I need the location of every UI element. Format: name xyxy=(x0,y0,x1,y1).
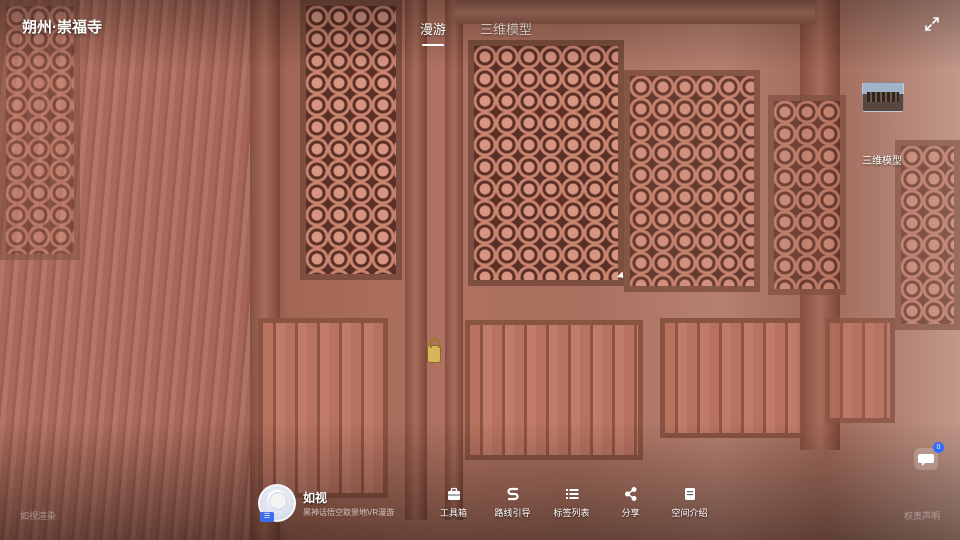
share-label: 分享 xyxy=(621,508,640,518)
tag-list-label: 标签列表 xyxy=(553,508,590,518)
lattice-window-right xyxy=(768,95,846,295)
anchor-name: 如视 xyxy=(303,491,328,505)
3d-model-thumbnail[interactable] xyxy=(862,82,904,112)
space-intro-label: 空间介绍 xyxy=(671,508,708,518)
document-icon xyxy=(684,488,695,500)
view-mode-tabs: 漫游 三维模型 xyxy=(420,19,532,46)
list-icon xyxy=(565,489,578,499)
anchor-description: 黑神话悟空取景地VR漫游 xyxy=(303,508,395,517)
tab-3d-model[interactable]: 三维模型 xyxy=(480,19,532,38)
panorama-view[interactable] xyxy=(0,0,960,540)
avatar[interactable]: ☰ xyxy=(258,484,296,522)
toolbox-button[interactable]: 工具箱 xyxy=(424,486,483,519)
render-credit: 如视渲染 xyxy=(20,511,57,521)
padlock xyxy=(427,338,441,363)
lattice-window-center-left xyxy=(468,40,624,286)
share-icon xyxy=(624,487,636,501)
toolbar: 工具箱 路线引导 标签列表 分享 空间介绍 xyxy=(424,486,719,519)
expand-icon[interactable] xyxy=(924,16,940,32)
lattice-window-far-right xyxy=(895,140,960,330)
door-panel-right xyxy=(825,318,895,423)
route-guide-label: 路线引导 xyxy=(494,508,531,518)
chat-button[interactable]: 0 xyxy=(914,442,944,470)
toolbox-label: 工具箱 xyxy=(439,508,467,518)
disclaimer-link[interactable]: 权责声明 xyxy=(904,509,940,522)
lattice-window-center-right xyxy=(624,70,760,292)
space-intro-button[interactable]: 空间介绍 xyxy=(660,486,719,519)
tag-list-button[interactable]: 标签列表 xyxy=(542,486,601,519)
route-guide-button[interactable]: 路线引导 xyxy=(483,486,542,519)
3d-model-thumbnail-label: 三维模型 xyxy=(862,156,902,167)
route-icon xyxy=(506,487,519,501)
avatar-face-icon xyxy=(269,492,287,510)
page-title: 朔州·崇福寺 xyxy=(22,19,102,36)
menu-badge-icon: ☰ xyxy=(260,512,274,522)
toolbox-icon xyxy=(447,487,460,500)
chat-count-badge: 0 xyxy=(933,442,944,453)
share-button[interactable]: 分享 xyxy=(601,486,660,519)
tab-roam[interactable]: 漫游 xyxy=(420,19,446,46)
